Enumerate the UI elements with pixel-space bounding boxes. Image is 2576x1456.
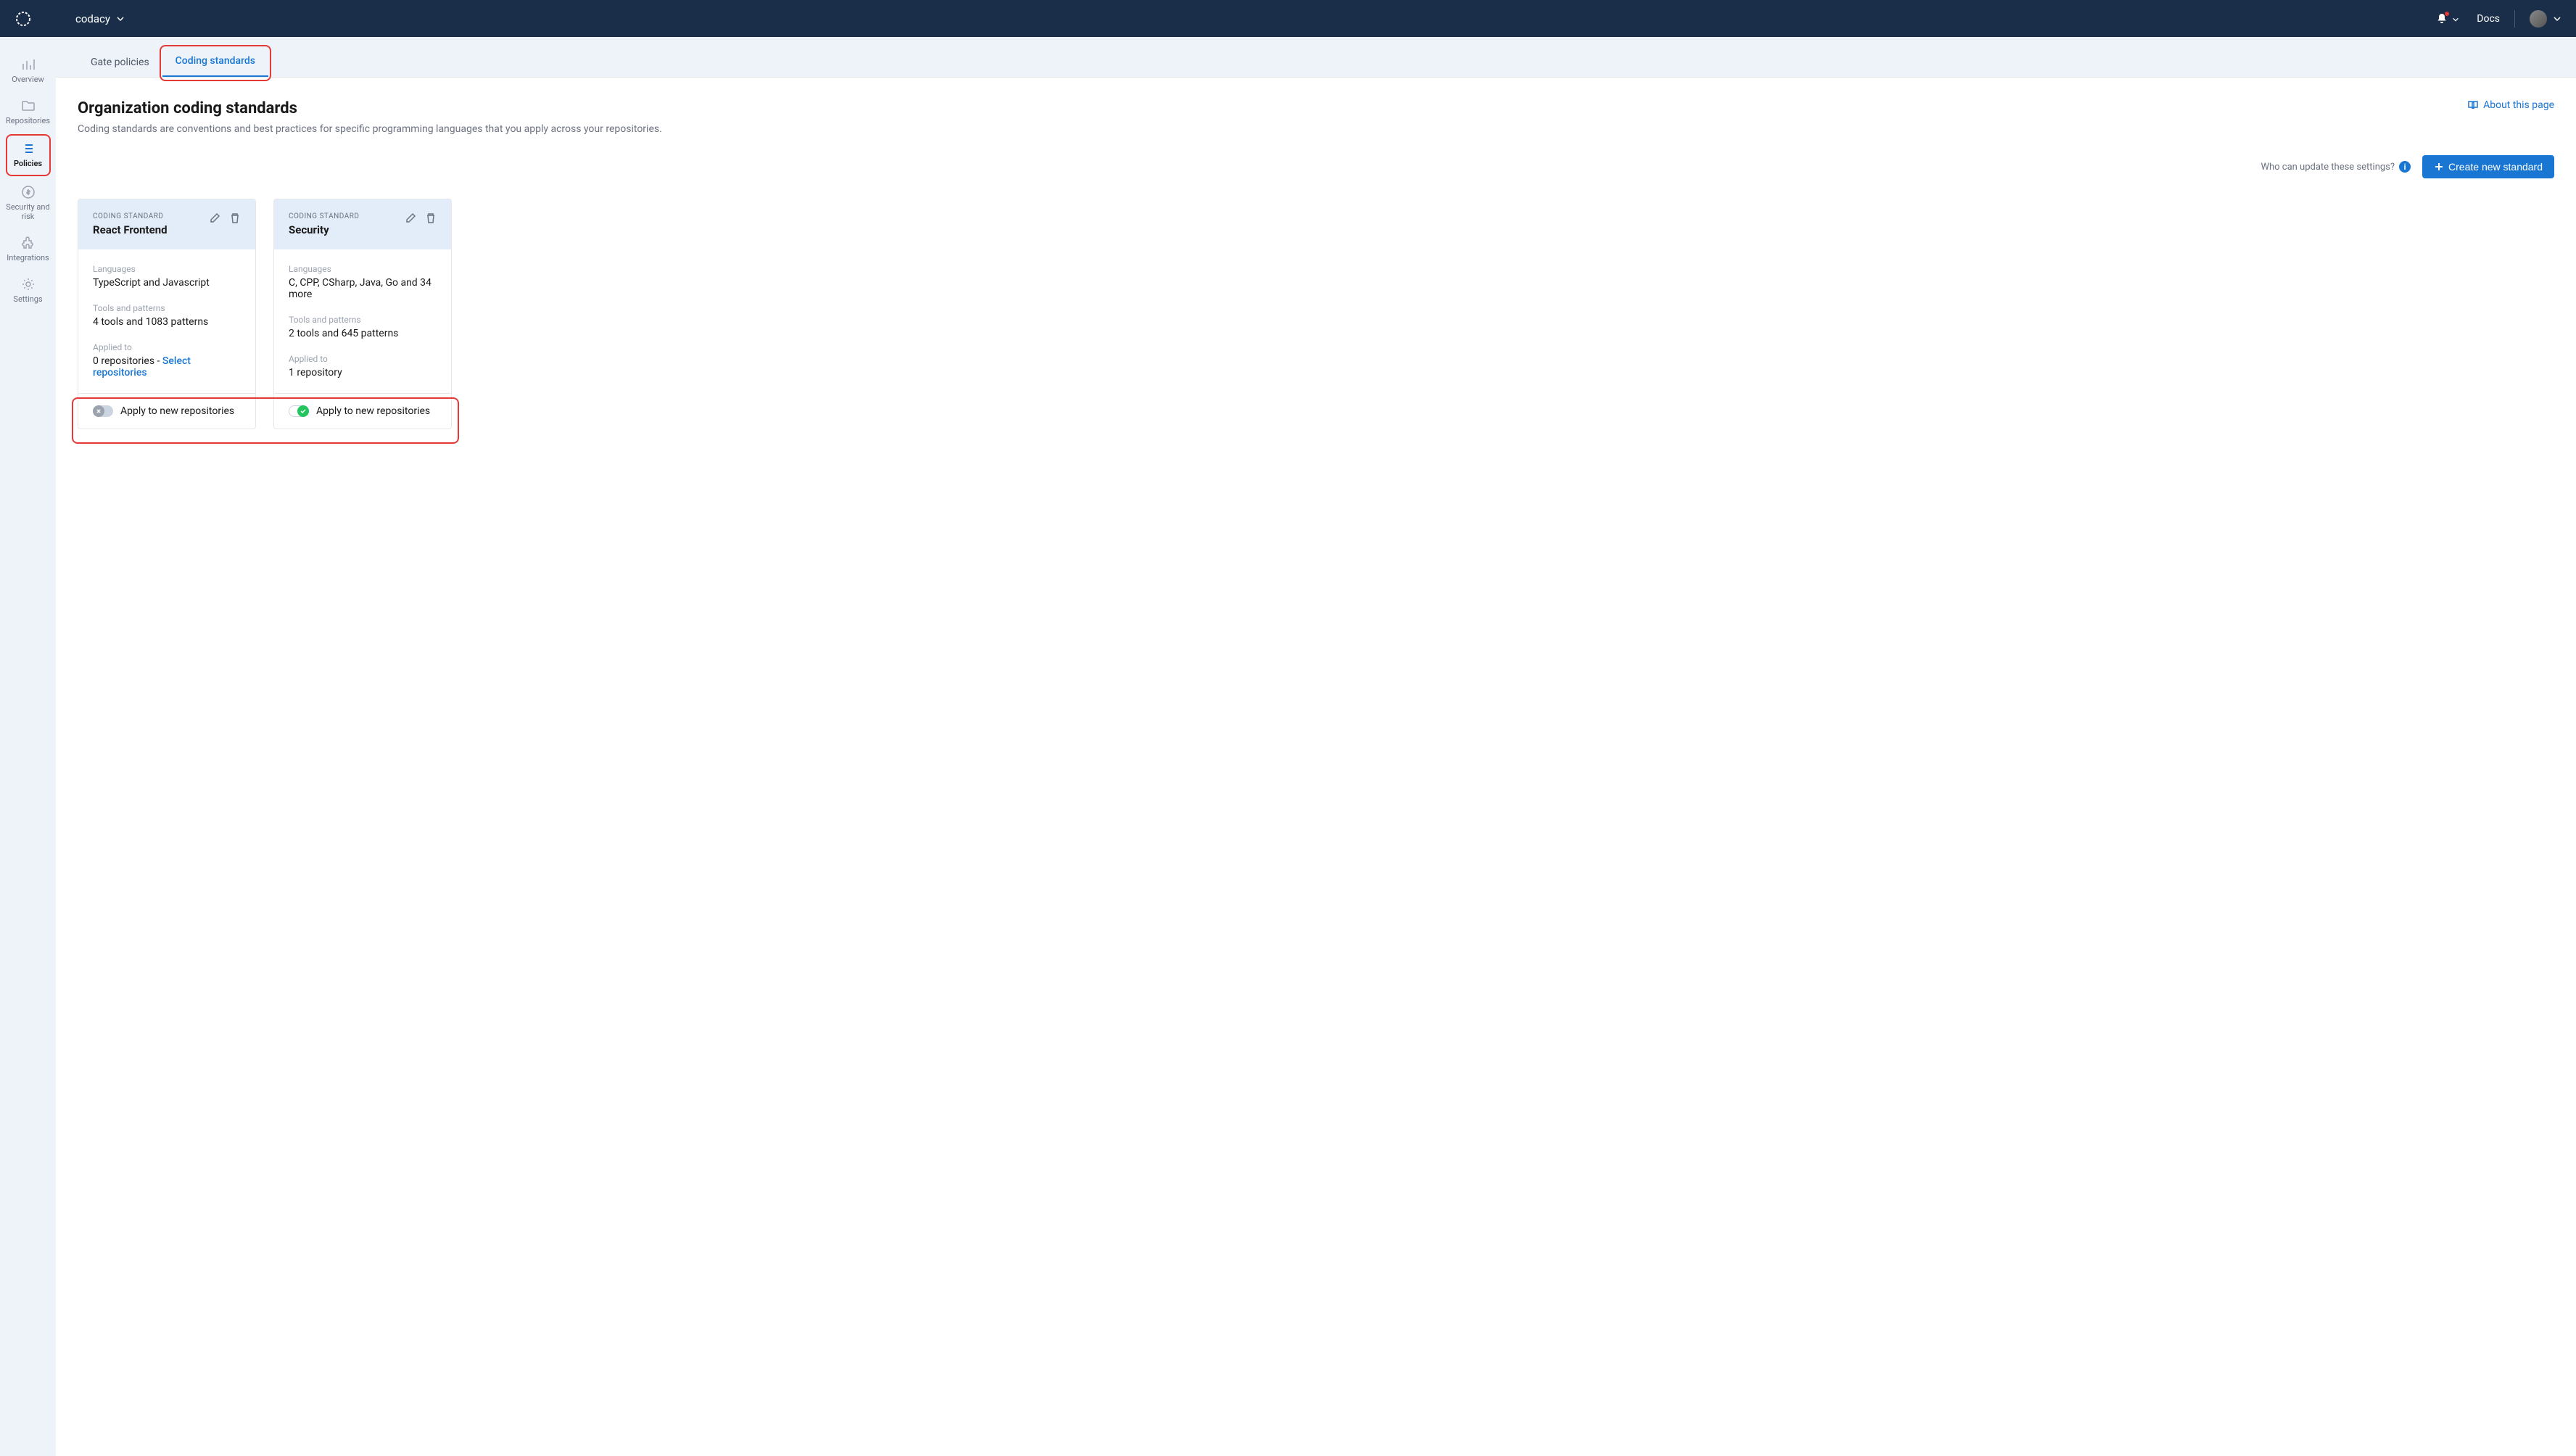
user-menu[interactable] (2530, 10, 2561, 28)
sidebar-item-settings[interactable]: Settings (6, 271, 51, 310)
standard-card: CODING STANDARD React Frontend Languages… (78, 199, 256, 429)
list-icon (21, 141, 36, 156)
card-badge: CODING STANDARD (93, 212, 168, 220)
topbar: codacy Docs (0, 0, 2576, 37)
gear-icon (21, 277, 36, 291)
sidebar: Overview Repositories Policies Security … (0, 37, 56, 1456)
avatar (2530, 10, 2547, 28)
sidebar-item-label: Settings (13, 294, 42, 304)
chart-icon (21, 57, 36, 72)
sidebar-item-repositories[interactable]: Repositories (6, 93, 51, 131)
sidebar-item-policies[interactable]: Policies (6, 134, 51, 175)
sidebar-item-label: Repositories (6, 116, 50, 125)
field-label: Applied to (93, 342, 241, 352)
info-icon: i (2399, 161, 2411, 173)
sidebar-item-label: Security and risk (6, 202, 51, 221)
dollar-circle-icon (21, 185, 36, 199)
chevron-down-icon (2452, 16, 2459, 23)
x-icon (95, 408, 102, 415)
chevron-down-icon (116, 15, 125, 23)
field-label: Languages (289, 264, 437, 274)
field-label: Tools and patterns (93, 303, 241, 313)
standard-card: CODING STANDARD Security Languages C, CP… (273, 199, 452, 429)
trash-icon[interactable] (425, 212, 437, 224)
applied-value: 0 repositories - Select repositories (93, 355, 241, 379)
languages-value: C, CPP, CSharp, Java, Go and 34 more (289, 277, 437, 300)
about-page-link[interactable]: About this page (2467, 99, 2554, 111)
card-title: React Frontend (93, 223, 168, 236)
notification-dot (2445, 12, 2449, 16)
tab-gate-policies[interactable]: Gate policies (78, 48, 162, 77)
folder-icon (21, 99, 36, 113)
plus-icon (2434, 162, 2444, 172)
edit-icon[interactable] (405, 212, 416, 224)
create-button-label: Create new standard (2448, 161, 2543, 173)
tools-value: 2 tools and 645 patterns (289, 328, 437, 339)
edit-icon[interactable] (209, 212, 220, 224)
sidebar-item-label: Policies (14, 159, 42, 168)
create-standard-button[interactable]: Create new standard (2422, 155, 2554, 178)
toggle-label: Apply to new repositories (316, 405, 430, 417)
notifications-button[interactable] (2436, 13, 2448, 25)
trash-icon[interactable] (229, 212, 241, 224)
who-can-update[interactable]: Who can update these settings? i (2261, 161, 2411, 173)
languages-value: TypeScript and Javascript (93, 277, 241, 289)
sidebar-item-integrations[interactable]: Integrations (6, 230, 51, 268)
sidebar-item-label: Integrations (7, 253, 49, 262)
main: Gate policies Coding standards Organizat… (56, 37, 2576, 1456)
sidebar-item-security[interactable]: Security and risk (6, 179, 51, 227)
card-title: Security (289, 223, 359, 236)
check-icon (300, 408, 307, 415)
field-label: Applied to (289, 354, 437, 364)
page-subtitle: Coding standards are conventions and bes… (78, 123, 662, 135)
docs-link[interactable]: Docs (2477, 13, 2500, 25)
logo (15, 10, 32, 28)
tabs-bar: Gate policies Coding standards (56, 37, 2576, 78)
sidebar-item-overview[interactable]: Overview (6, 51, 51, 90)
sidebar-item-label: Overview (12, 75, 44, 84)
apply-new-repos-toggle[interactable] (93, 405, 113, 417)
about-label: About this page (2483, 99, 2554, 111)
puzzle-icon (21, 236, 36, 250)
org-name-label: codacy (75, 12, 110, 25)
tools-value: 4 tools and 1083 patterns (93, 316, 241, 328)
card-badge: CODING STANDARD (289, 212, 359, 220)
chevron-down-icon (2553, 15, 2561, 23)
field-label: Languages (93, 264, 241, 274)
applied-value: 1 repository (289, 367, 437, 379)
tab-coding-standards[interactable]: Coding standards (162, 46, 268, 77)
page-title: Organization coding standards (78, 99, 662, 117)
divider (2514, 10, 2515, 28)
book-icon (2467, 99, 2479, 111)
toggle-label: Apply to new repositories (120, 405, 234, 417)
org-selector[interactable]: codacy (75, 12, 125, 25)
field-label: Tools and patterns (289, 315, 437, 325)
apply-new-repos-toggle[interactable] (289, 405, 309, 417)
